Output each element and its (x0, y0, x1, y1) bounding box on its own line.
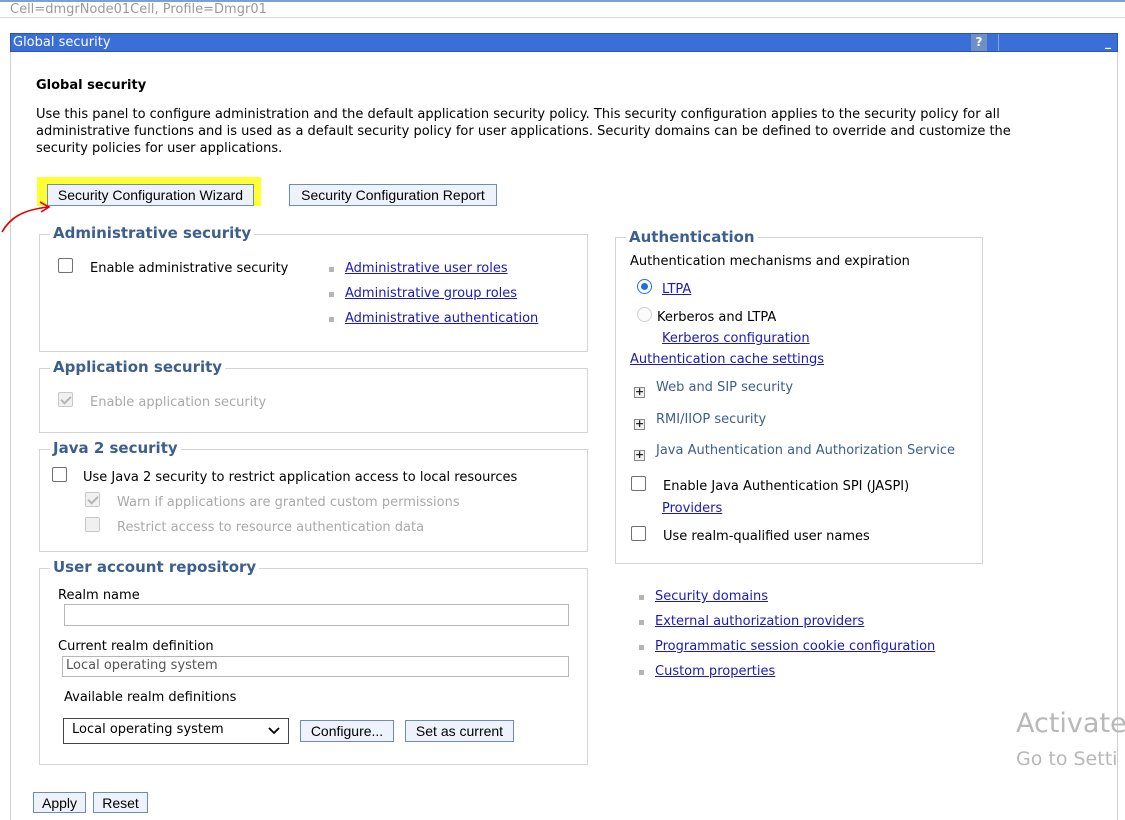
restrict-auth-data-checkbox[interactable] (85, 517, 100, 532)
configure-button[interactable]: Configure... (300, 720, 394, 742)
bullet (639, 645, 644, 650)
app-security-title: Application security (50, 358, 226, 376)
bullet (329, 317, 334, 322)
expand-plus-icon[interactable]: + (634, 418, 645, 430)
admin-group-roles-link[interactable]: Administrative group roles (345, 286, 517, 301)
bullet (639, 670, 644, 675)
enable-app-security-checkbox[interactable] (58, 392, 73, 407)
java2-security-title: Java 2 security (50, 439, 181, 457)
chevron-down-icon (268, 727, 280, 735)
ltpa-link[interactable]: LTPA (662, 282, 691, 297)
admin-user-roles-link[interactable]: Administrative user roles (345, 261, 508, 276)
kerberos-label: Kerberos and LTPA (657, 310, 777, 325)
kerberos-radio[interactable] (637, 307, 652, 322)
security-domains-link[interactable]: Security domains (655, 589, 768, 604)
use-java2-security-checkbox[interactable] (52, 467, 67, 482)
current-realm-def-field: Local operating system (62, 656, 569, 677)
current-realm-def-label: Current realm definition (58, 639, 214, 654)
security-config-wizard-button[interactable]: Security Configuration Wizard (47, 184, 254, 206)
portlet-titlebar: Global security ? _ (10, 33, 1118, 52)
activate-watermark-sub: Go to Setti (1016, 748, 1118, 770)
user-repo-title: User account repository (50, 558, 260, 576)
warn-custom-permissions-checkbox[interactable] (85, 492, 100, 507)
ltpa-radio[interactable] (637, 279, 652, 294)
help-icon[interactable]: ? (971, 34, 987, 51)
auth-cache-settings-link[interactable]: Authentication cache settings (630, 352, 824, 367)
security-config-report-button[interactable]: Security Configuration Report (289, 184, 497, 206)
bullet (639, 595, 644, 600)
rmi-iiop-security-toggle[interactable]: RMI/IIOP security (656, 412, 766, 427)
enable-admin-security-label: Enable administrative security (90, 261, 289, 276)
enable-jaspi-label: Enable Java Authentication SPI (JASPI) (663, 479, 910, 494)
page-title: Global security (36, 78, 147, 93)
admin-authentication-link[interactable]: Administrative authentication (345, 311, 538, 326)
expand-plus-icon[interactable]: + (634, 449, 645, 461)
page-description: Use this panel to configure administrati… (36, 107, 1011, 156)
available-realm-defs-label: Available realm definitions (64, 690, 237, 705)
authentication-title: Authentication (626, 228, 758, 246)
titlebar-separator (998, 34, 999, 51)
web-sip-security-toggle[interactable]: Web and SIP security (656, 380, 793, 395)
available-realm-defs-select[interactable]: Local operating system (63, 718, 289, 744)
enable-jaspi-checkbox[interactable] (631, 476, 646, 491)
auth-mechanisms-label: Authentication mechanisms and expiration (630, 254, 910, 269)
use-java2-security-label: Use Java 2 security to restrict applicat… (83, 470, 518, 485)
reset-button[interactable]: Reset (93, 792, 148, 813)
external-auth-providers-link[interactable]: External authorization providers (655, 614, 864, 629)
breadcrumb: Cell=dmgrNode01Cell, Profile=Dmgr01 (10, 2, 267, 17)
custom-properties-link[interactable]: Custom properties (655, 664, 775, 679)
restrict-auth-data-label: Restrict access to resource authenticati… (117, 520, 425, 535)
realm-name-label: Realm name (58, 588, 140, 603)
set-as-current-button[interactable]: Set as current (405, 720, 514, 742)
admin-security-title: Administrative security (50, 224, 255, 242)
warn-custom-permissions-label: Warn if applications are granted custom … (117, 495, 460, 510)
realm-name-input[interactable] (64, 604, 569, 626)
breadcrumb-divider (0, 17, 1125, 18)
apply-button[interactable]: Apply (33, 792, 86, 813)
enable-admin-security-checkbox[interactable] (58, 258, 73, 273)
session-cookie-config-link[interactable]: Programmatic session cookie configuratio… (655, 639, 935, 654)
bullet (639, 620, 644, 625)
kerberos-config-link[interactable]: Kerberos configuration (662, 331, 810, 346)
minimize-icon[interactable]: _ (1105, 36, 1115, 48)
bullet (329, 292, 334, 297)
realm-qualified-names-label: Use realm-qualified user names (663, 529, 870, 544)
available-realm-defs-value: Local operating system (72, 722, 224, 737)
realm-qualified-names-checkbox[interactable] (631, 526, 646, 541)
portlet-title: Global security (13, 35, 111, 50)
enable-app-security-label: Enable application security (90, 395, 267, 410)
expand-plus-icon[interactable]: + (634, 386, 645, 398)
jaas-toggle[interactable]: Java Authentication and Authorization Se… (656, 443, 955, 458)
providers-link[interactable]: Providers (662, 501, 722, 516)
bullet (329, 267, 334, 272)
activate-watermark: Activate (1016, 708, 1125, 739)
